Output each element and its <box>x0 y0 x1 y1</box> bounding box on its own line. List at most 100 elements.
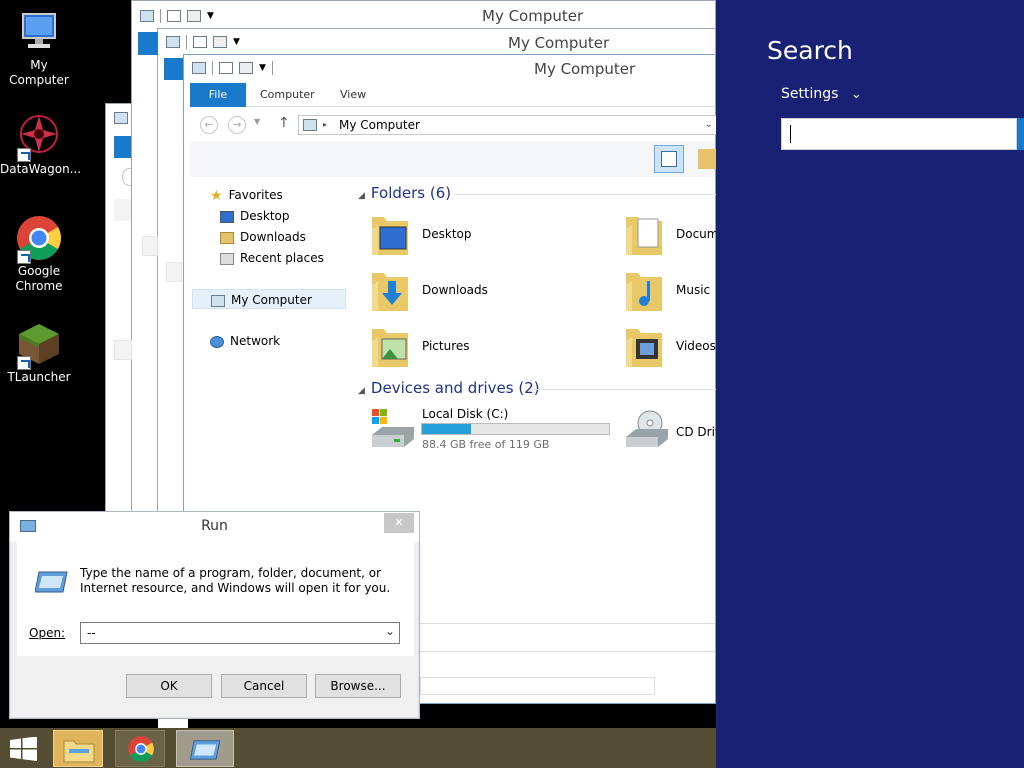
taskbar-chrome[interactable] <box>115 730 165 767</box>
computer-icon <box>15 8 63 56</box>
drive-usage-fill <box>422 424 471 434</box>
nav-my-computer[interactable]: My Computer <box>192 289 346 309</box>
breadcrumb-chevron-icon[interactable]: ▸ <box>323 116 327 134</box>
computer-small-icon <box>211 294 225 307</box>
quick-access-toolbar: ▼ <box>192 61 273 75</box>
properties-icon[interactable] <box>167 10 181 22</box>
nav-desktop[interactable]: Desktop <box>220 206 290 226</box>
search-scope-dropdown[interactable]: Settings ⌄ <box>781 86 862 102</box>
address-bar[interactable]: ▸ My Computer ⌄ <box>298 115 718 135</box>
preview-pane-icon[interactable] <box>654 145 684 173</box>
charm-title: Search <box>767 36 853 65</box>
desktop-icon-label: Google Chrome <box>15 264 63 293</box>
folder-music[interactable]: Music <box>624 267 717 317</box>
search-input[interactable] <box>781 118 1017 150</box>
address-dropdown-icon[interactable]: ⌄ <box>705 116 713 134</box>
run-title-bar[interactable]: Run ✕ <box>10 512 419 542</box>
chevron-down-icon[interactable]: ▼ <box>259 63 266 73</box>
properties-icon[interactable] <box>219 62 233 74</box>
documents-folder-icon <box>626 217 662 255</box>
window-title: My Computer <box>482 7 584 25</box>
desktop-icon-label: My Computer <box>9 58 69 87</box>
run-dialog[interactable]: Run ✕ Type the name of a program, folder… <box>9 511 420 719</box>
new-folder-icon[interactable] <box>213 36 227 48</box>
folders-group-header[interactable]: ◢ Folders (6) <box>358 184 451 202</box>
forward-button[interactable]: → <box>228 116 246 134</box>
close-button[interactable]: ✕ <box>384 513 414 533</box>
computer-small-icon <box>303 119 317 131</box>
run-body: Type the name of a program, folder, docu… <box>17 542 414 656</box>
file-explorer-icon <box>63 740 95 763</box>
new-folder-icon[interactable] <box>239 62 253 74</box>
taskbar-run[interactable] <box>176 730 234 767</box>
tab-file[interactable]: File <box>190 83 246 107</box>
collapse-triangle-icon[interactable]: ◢ <box>358 191 365 201</box>
nav-recent-places[interactable]: Recent places <box>220 248 324 268</box>
properties-icon[interactable] <box>193 36 207 48</box>
open-input[interactable]: -- <box>87 626 96 640</box>
browse-button[interactable]: Browse... <box>315 674 401 698</box>
folder-documents[interactable]: Docum <box>624 211 717 261</box>
open-label: Open: <box>29 626 66 640</box>
new-folder-icon[interactable] <box>187 10 201 22</box>
computer-small-icon <box>114 112 128 124</box>
folder-desktop[interactable]: Desktop <box>370 211 610 261</box>
search-button[interactable] <box>1017 118 1024 150</box>
tab-view[interactable]: View <box>340 83 366 107</box>
cd-drive-icon <box>626 410 668 447</box>
shortcut-arrow-icon <box>17 250 31 264</box>
up-arrow-icon[interactable]: ↑ <box>278 115 290 131</box>
cancel-button[interactable]: Cancel <box>221 674 307 698</box>
desktop-icon-label: TLauncher <box>7 370 71 384</box>
window-title: My Computer <box>534 60 636 78</box>
computer-small-icon <box>192 62 206 74</box>
start-button[interactable] <box>10 736 38 761</box>
chrome-icon <box>128 736 154 762</box>
drive-cd[interactable]: CD Driv <box>624 407 722 457</box>
devices-group-header[interactable]: ◢ Devices and drives (2) <box>358 379 540 397</box>
nav-network[interactable]: Network <box>210 331 280 351</box>
folder-videos[interactable]: Videos <box>624 323 717 373</box>
chevron-down-icon[interactable]: ⌄ <box>385 624 395 638</box>
collapse-triangle-icon[interactable]: ◢ <box>358 386 365 396</box>
desktop-icon-chrome[interactable]: Google Chrome <box>0 214 78 294</box>
folder-downloads[interactable]: Downloads <box>370 267 610 317</box>
downloads-folder-icon <box>372 273 408 311</box>
run-program-icon <box>189 740 221 760</box>
desktop-icon <box>220 210 234 223</box>
search-charm: Search Settings ⌄ <box>716 0 1024 768</box>
run-program-icon <box>35 571 68 593</box>
address-row: ← → ▼ ↑ ▸ My Computer ⌄ <box>190 111 718 139</box>
videos-folder-icon <box>626 329 662 367</box>
recent-places-icon <box>220 252 234 265</box>
run-description: Type the name of a program, folder, docu… <box>80 566 391 595</box>
pictures-folder-icon <box>372 329 408 367</box>
chevron-down-icon[interactable]: ▼ <box>233 37 240 47</box>
tab-computer[interactable]: Computer <box>260 83 315 107</box>
nav-favorites[interactable]: ★ Favorites <box>210 185 283 205</box>
network-icon <box>210 335 224 348</box>
desktop-icon-my-computer[interactable]: My Computer <box>0 8 78 88</box>
file-tab-back[interactable] <box>138 32 158 54</box>
view-strip <box>190 141 718 177</box>
open-combobox[interactable]: -- ⌄ <box>80 622 400 644</box>
breadcrumb[interactable]: My Computer <box>339 116 420 134</box>
downloads-folder-icon <box>220 231 234 244</box>
folder-options-icon[interactable] <box>698 149 718 169</box>
desktop-icon-tlauncher[interactable]: TLauncher <box>0 320 78 385</box>
desktop-icon-datawagon[interactable]: DataWagon... <box>0 112 81 177</box>
shortcut-arrow-icon <box>17 148 31 162</box>
computer-small-icon <box>140 10 154 22</box>
quick-access-toolbar: ▼ <box>140 9 214 23</box>
drive-local-disk-c[interactable]: Local Disk (C:) 88.4 GB free of 119 GB <box>370 405 620 455</box>
nav-downloads[interactable]: Downloads <box>220 227 306 247</box>
ribbon-tabs: File Computer View <box>190 83 715 107</box>
back-button[interactable]: ← <box>200 116 218 134</box>
taskbar-file-explorer[interactable] <box>53 730 103 767</box>
chevron-down-icon[interactable]: ▼ <box>207 11 214 21</box>
music-folder-icon <box>626 273 662 311</box>
recent-locations-chevron-icon[interactable]: ▼ <box>254 117 260 126</box>
ok-button[interactable]: OK <box>126 674 212 698</box>
desktop-folder-icon <box>372 217 408 255</box>
folder-pictures[interactable]: Pictures <box>370 323 610 373</box>
